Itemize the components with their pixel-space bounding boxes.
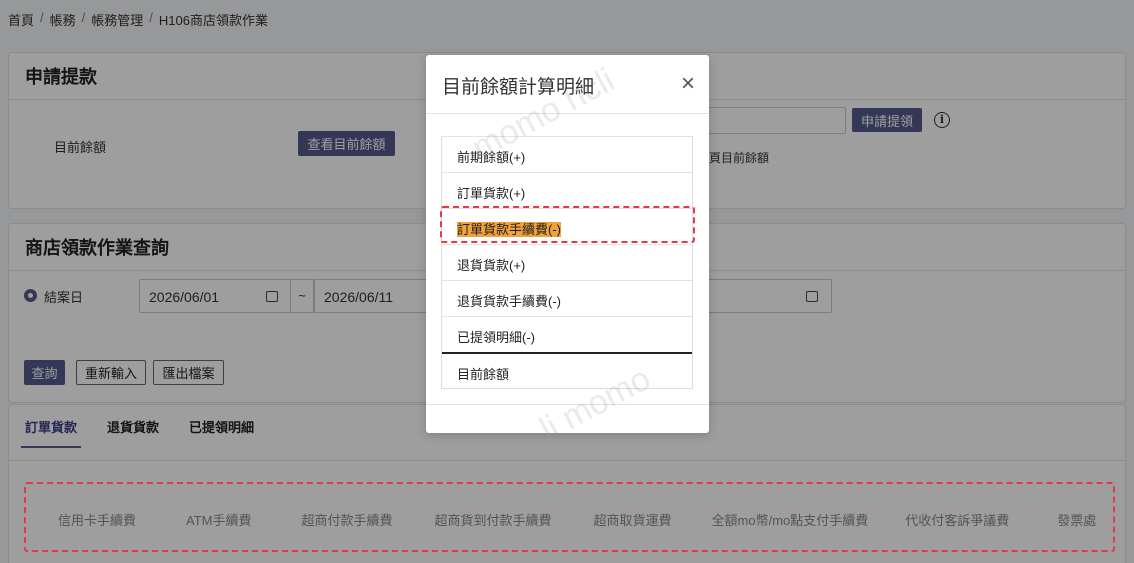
list-item-label: 訂單貨款(+) <box>457 186 526 201</box>
list-item-label: 退貨貨款手續費(-) <box>457 294 561 309</box>
list-item-total: 目前餘額 <box>442 352 692 388</box>
list-item: 已提領明細(-) <box>442 316 692 352</box>
list-item: 訂單貨款(+) <box>442 172 692 208</box>
close-icon[interactable]: × <box>681 72 695 96</box>
list-item: 退貨貨款(+) <box>442 244 692 280</box>
modal-title: 目前餘額計算明細 <box>442 77 595 98</box>
list-item-label: 前期餘額(+) <box>457 150 526 165</box>
list-item-label: 退貨貨款(+) <box>457 258 526 273</box>
balance-detail-list: 前期餘額(+) 訂單貨款(+) 訂單貨款手續費(-) 退貨貨款(+) 退貨貨款手… <box>441 136 693 389</box>
annotation-box <box>440 206 695 243</box>
balance-detail-modal: 目前餘額計算明細 × 前期餘額(+) 訂單貨款(+) 訂單貨款手續費(-) 退貨… <box>426 55 709 449</box>
modal-divider <box>426 113 709 114</box>
modal-footer-divider <box>426 404 709 405</box>
list-item-label: 目前餘額 <box>457 367 510 382</box>
list-item-label: 已提領明細(-) <box>457 330 535 345</box>
list-item: 前期餘額(+) <box>442 136 692 172</box>
annotation-box <box>24 482 1115 552</box>
list-item: 退貨貨款手續費(-) <box>442 280 692 316</box>
